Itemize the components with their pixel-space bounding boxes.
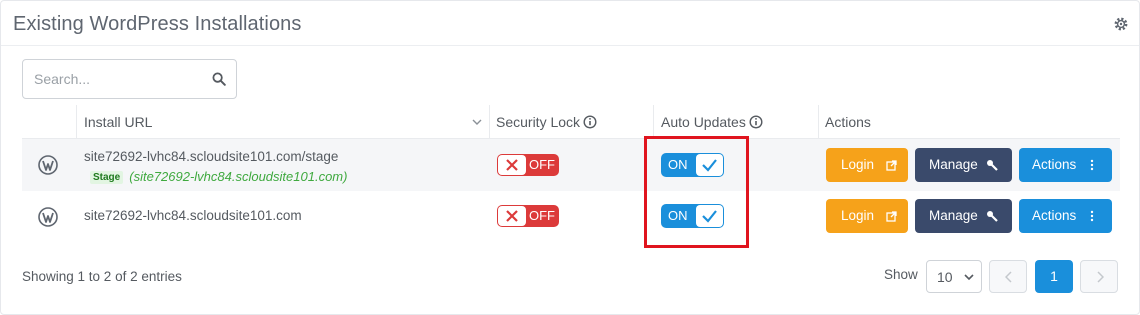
entries-info: Showing 1 to 2 of 2 entries [22,269,182,284]
chevron-right-icon [1097,271,1104,283]
close-icon [506,210,518,222]
stage-url[interactable]: (site72692-lvhc84.scloudsite101.com) [129,169,347,184]
page-size-value: 10 [937,269,953,285]
info-icon[interactable] [583,115,597,129]
security-lock-state: OFF [529,157,555,172]
column-header-actions: Actions [825,114,871,130]
toggle-knob [498,155,526,175]
next-page-button[interactable] [1080,260,1118,293]
page-size-select[interactable]: 10 [926,260,982,293]
table-row: site72692-lvhc84.scloudsite101.com/stage… [22,139,1120,191]
chevron-down-icon [964,274,974,281]
login-button[interactable]: Login [826,148,908,182]
search-input[interactable] [23,60,203,98]
auto-updates-label: Auto Updates [661,114,746,130]
toggle-knob [498,206,526,226]
security-lock-toggle[interactable]: OFF [497,205,559,227]
actions-button[interactable]: Actions [1019,199,1112,233]
login-label: Login [841,208,875,223]
wrench-icon [987,211,998,222]
actions-label: Actions [1032,157,1077,172]
search-icon[interactable] [212,72,226,86]
search-box[interactable] [22,59,237,99]
install-url-link[interactable]: site72692-lvhc84.scloudsite101.com/stage [84,149,338,164]
more-vertical-icon [1090,159,1094,171]
column-divider [653,105,654,139]
chevron-left-icon [1005,271,1012,283]
actions-button[interactable]: Actions [1019,148,1112,182]
login-button[interactable]: Login [826,199,908,233]
manage-label: Manage [929,208,978,223]
column-header-auto-updates: Auto Updates [661,114,763,130]
info-icon[interactable] [749,115,763,129]
gear-icon[interactable] [1113,16,1129,32]
stage-info: Stage (site72692-lvhc84.scloudsite101.com… [90,169,347,184]
previous-page-button[interactable] [989,260,1027,293]
page-title: Existing WordPress Installations [13,13,302,35]
chevron-down-icon[interactable] [472,118,482,126]
manage-label: Manage [929,157,978,172]
security-lock-toggle[interactable]: OFF [497,154,559,176]
wrench-icon [987,160,998,171]
table-header: Install URL Security Lock Auto Updates A… [22,105,1120,139]
auto-updates-highlight [644,136,749,248]
panel-header: Existing WordPress Installations [1,1,1139,46]
column-divider [76,105,77,139]
security-lock-state: OFF [529,208,555,223]
wordpress-icon [38,207,58,227]
actions-label: Actions [1032,208,1077,223]
external-link-icon [886,211,897,222]
security-lock-label: Security Lock [496,114,581,130]
manage-button[interactable]: Manage [915,148,1012,182]
wordpress-installations-panel: Existing WordPress Installations Install… [0,0,1140,315]
more-vertical-icon [1090,210,1094,222]
wordpress-icon [38,155,58,175]
install-url-link[interactable]: site72692-lvhc84.scloudsite101.com [84,208,302,223]
table-row: site72692-lvhc84.scloudsite101.com OFF O… [22,191,1120,243]
column-divider [818,105,819,139]
external-link-icon [886,160,897,171]
installations-table: Install URL Security Lock Auto Updates A… [22,105,1120,139]
column-divider [489,105,490,139]
login-label: Login [841,157,875,172]
page-1-button[interactable]: 1 [1035,260,1073,293]
stage-badge: Stage [90,171,124,184]
close-icon [506,159,518,171]
show-label: Show [884,267,918,282]
manage-button[interactable]: Manage [915,199,1012,233]
column-header-security-lock: Security Lock [496,114,597,130]
column-header-install-url[interactable]: Install URL [84,114,152,130]
